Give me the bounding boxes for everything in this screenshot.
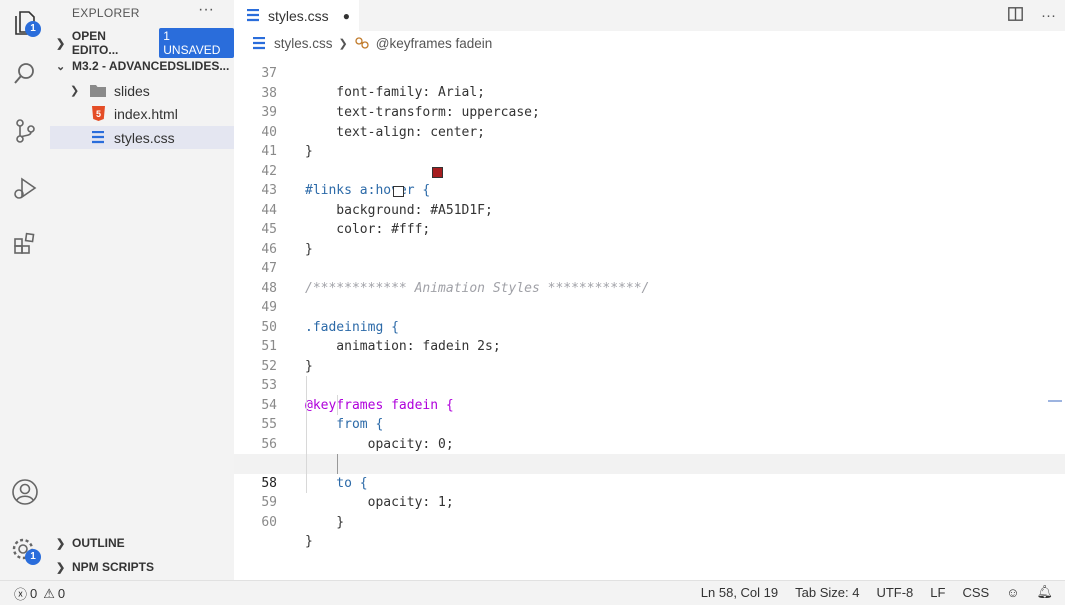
code-line: 59 }: [261, 495, 345, 530]
more-actions-icon[interactable]: ···: [1032, 7, 1065, 24]
warning-count: 0: [57, 586, 66, 601]
search-icon[interactable]: [0, 51, 50, 97]
current-code-line: 58 opacity: 1;: [234, 454, 1065, 510]
code-line: 52: [261, 358, 277, 374]
color-swatch[interactable]: [432, 166, 443, 178]
tree-item-styles-css[interactable]: styles.css: [50, 126, 234, 149]
code-line: 45 }: [261, 222, 313, 257]
outline-label: OUTLINE: [72, 536, 125, 550]
tab-size[interactable]: Tab Size: 4: [795, 585, 859, 600]
indent-guide: [337, 454, 338, 474]
split-editor-icon[interactable]: [999, 6, 1032, 25]
run-debug-icon[interactable]: [0, 165, 50, 211]
npm-scripts-label: NPM SCRIPTS: [72, 560, 155, 574]
code-line: 49 .fadeinimg {: [261, 300, 399, 335]
explorer-badge: 1: [25, 21, 41, 37]
chevron-down-icon: ⌄: [56, 60, 66, 73]
tab-styles-css[interactable]: styles.css ●: [234, 0, 359, 31]
code-line: 47 /************ Animation Styles ******…: [261, 261, 650, 296]
code-line: 39 text-align: center;: [261, 105, 486, 140]
activity-bar: 1 1: [0, 0, 51, 580]
warning-icon: ⚠: [43, 585, 55, 601]
code-line: 37 font-family: Arial;: [261, 65, 486, 101]
folder-icon: [90, 83, 106, 99]
tree-item-index-html[interactable]: 5 index.html: [50, 102, 234, 125]
language-mode[interactable]: CSS: [962, 585, 989, 600]
tab-bar: styles.css ● ···: [234, 0, 1065, 31]
settings-gear-icon[interactable]: 1: [0, 526, 50, 572]
explorer-title: EXPLORER: [72, 6, 140, 20]
source-control-icon[interactable]: [0, 108, 50, 154]
code-line: 41: [261, 144, 277, 159]
error-count: 0: [30, 586, 38, 601]
code-line: 57 to {: [261, 456, 368, 491]
tree-item-label: styles.css: [114, 129, 175, 146]
code-line: 51 }: [261, 339, 313, 374]
color-swatch[interactable]: [393, 186, 404, 197]
unsaved-dot-icon[interactable]: ●: [343, 9, 350, 23]
indent-guide: [306, 376, 307, 493]
notifications-bell-icon[interactable]: 🔔︎: [1036, 584, 1053, 600]
end-of-line[interactable]: LF: [930, 585, 945, 600]
code-line: 56 }: [261, 436, 344, 472]
tab-label: styles.css: [268, 7, 329, 24]
open-editors-section[interactable]: ❯ OPEN EDITO... 1 UNSAVED: [50, 28, 235, 58]
code-line: 44 color: #fff;: [234, 181, 1065, 237]
npm-scripts-section[interactable]: ❯ NPM SCRIPTS: [50, 556, 234, 578]
code-line: 48: [261, 280, 277, 296]
scrollbar-marker[interactable]: [1048, 400, 1062, 402]
workspace-folder-label: M3.2 - ADVANCEDSLIDES...: [72, 59, 230, 73]
code-editor[interactable]: 37 font-family: Arial; 38 text-transform…: [234, 55, 1065, 580]
code-line: 60 }: [261, 514, 313, 550]
more-actions-icon[interactable]: ···: [198, 1, 214, 19]
code-line: 38 text-transform: uppercase;: [261, 85, 540, 121]
chevron-right-icon: ❯: [56, 561, 66, 574]
code-line: 42 #links a:hover {: [261, 163, 431, 199]
chevron-right-icon: ❯: [56, 537, 66, 550]
html-file-icon: 5: [90, 106, 106, 122]
svg-text:5: 5: [95, 109, 100, 119]
tree-item-label: index.html: [114, 105, 178, 122]
error-icon: ⓧ: [14, 587, 28, 602]
feedback-icon[interactable]: ☺: [1006, 585, 1019, 600]
unsaved-badge: 1 UNSAVED: [159, 28, 235, 58]
code-line: 40 }: [261, 124, 313, 160]
code-line: 55 opacity: 0;: [261, 417, 454, 452]
tree-item-slides[interactable]: ❯ slides: [50, 79, 234, 102]
encoding[interactable]: UTF-8: [876, 585, 913, 600]
css-file-icon: [90, 130, 106, 146]
indent-guide: [337, 395, 338, 415]
settings-badge: 1: [25, 549, 41, 565]
workspace-folder-section[interactable]: ⌄ M3.2 - ADVANCEDSLIDES...: [50, 55, 234, 77]
extensions-icon[interactable]: [0, 221, 50, 267]
problems-indicator[interactable]: ⓧ 0 ⚠ 0: [14, 584, 65, 603]
cursor-position[interactable]: Ln 58, Col 19: [701, 585, 778, 600]
code-line: 43 background: #A51D1F;: [234, 162, 1065, 218]
open-editors-label: OPEN EDITO...: [71, 29, 119, 57]
account-icon[interactable]: [0, 469, 50, 515]
explorer-sidebar: EXPLORER ··· ❯ OPEN EDITO... 1 UNSAVED ⌄…: [50, 0, 235, 580]
code-line: 53 @keyframes fadein {: [261, 378, 454, 413]
css-file-icon: [246, 9, 260, 22]
tree-item-label: slides: [114, 82, 150, 99]
code-line: 50 animation: fadein 2s;: [261, 319, 501, 355]
status-bar: ⓧ 0 ⚠ 0 Ln 58, Col 19 Tab Size: 4 UTF-8 …: [0, 580, 1065, 605]
outline-section[interactable]: ❯ OUTLINE: [50, 532, 234, 554]
explorer-icon[interactable]: 1: [0, 0, 50, 46]
code-line: 46: [261, 241, 277, 257]
code-line: 54 from {: [261, 397, 384, 433]
chevron-right-icon: ❯: [56, 37, 66, 50]
chevron-right-icon: ❯: [70, 85, 80, 97]
